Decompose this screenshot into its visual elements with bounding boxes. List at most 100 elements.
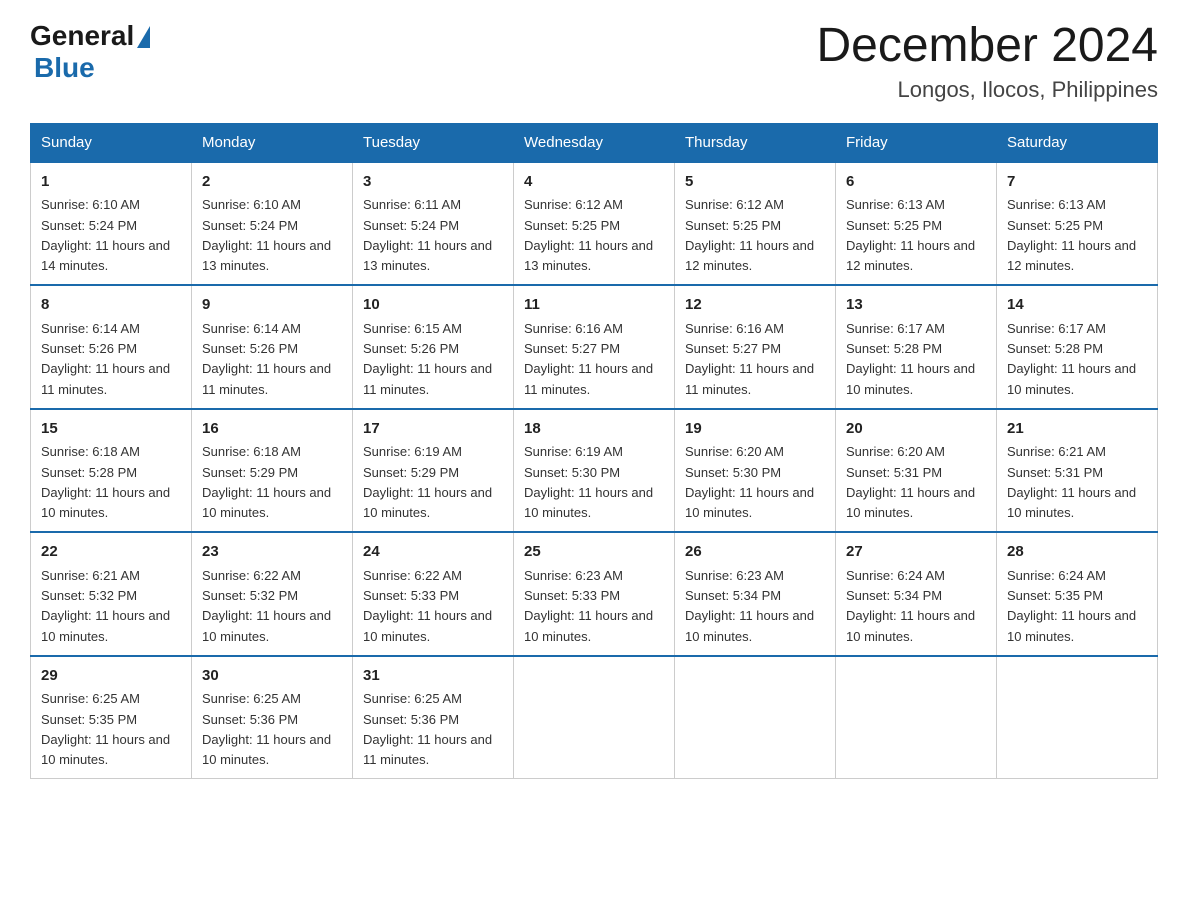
day-info: Sunrise: 6:16 AMSunset: 5:27 PMDaylight:…: [524, 321, 653, 397]
day-info: Sunrise: 6:14 AMSunset: 5:26 PMDaylight:…: [202, 321, 331, 397]
calendar-week-row: 15 Sunrise: 6:18 AMSunset: 5:28 PMDayligh…: [31, 409, 1158, 533]
calendar-cell: 29 Sunrise: 6:25 AMSunset: 5:35 PMDayligh…: [31, 656, 192, 779]
calendar-cell: 1 Sunrise: 6:10 AMSunset: 5:24 PMDaylight…: [31, 162, 192, 286]
calendar-cell: 12 Sunrise: 6:16 AMSunset: 5:27 PMDayligh…: [675, 285, 836, 409]
calendar-cell: 22Sunrise: 6:21 AMSunset: 5:32 PMDayligh…: [31, 532, 192, 656]
day-info: Sunrise: 6:23 AMSunset: 5:33 PMDaylight:…: [524, 568, 653, 644]
day-info: Sunrise: 6:25 AMSunset: 5:36 PMDaylight:…: [363, 691, 492, 767]
day-number: 7: [1007, 171, 1147, 194]
day-info: Sunrise: 6:12 AMSunset: 5:25 PMDaylight:…: [685, 197, 814, 273]
calendar-cell: 18Sunrise: 6:19 AMSunset: 5:30 PMDayligh…: [514, 409, 675, 533]
day-info: Sunrise: 6:22 AMSunset: 5:32 PMDaylight:…: [202, 568, 331, 644]
logo-triangle-icon: [137, 26, 150, 48]
logo-blue-text: Blue: [34, 52, 95, 84]
calendar-week-row: 8Sunrise: 6:14 AMSunset: 5:26 PMDaylight…: [31, 285, 1158, 409]
day-info: Sunrise: 6:14 AMSunset: 5:26 PMDaylight:…: [41, 321, 170, 397]
day-number: 26: [685, 541, 825, 564]
day-number: 2: [202, 171, 342, 194]
calendar-cell: 5 Sunrise: 6:12 AMSunset: 5:25 PMDaylight…: [675, 162, 836, 286]
calendar-cell: 24 Sunrise: 6:22 AMSunset: 5:33 PMDayligh…: [353, 532, 514, 656]
day-info: Sunrise: 6:11 AMSunset: 5:24 PMDaylight:…: [363, 197, 492, 273]
day-number: 6: [846, 171, 986, 194]
day-info: Sunrise: 6:10 AMSunset: 5:24 PMDaylight:…: [41, 197, 170, 273]
calendar-cell: [836, 656, 997, 779]
day-info: Sunrise: 6:24 AMSunset: 5:35 PMDaylight:…: [1007, 568, 1136, 644]
day-number: 19: [685, 418, 825, 441]
day-info: Sunrise: 6:15 AMSunset: 5:26 PMDaylight:…: [363, 321, 492, 397]
day-info: Sunrise: 6:23 AMSunset: 5:34 PMDaylight:…: [685, 568, 814, 644]
day-info: Sunrise: 6:18 AMSunset: 5:28 PMDaylight:…: [41, 444, 170, 520]
day-number: 29: [41, 665, 181, 688]
day-info: Sunrise: 6:13 AMSunset: 5:25 PMDaylight:…: [846, 197, 975, 273]
calendar-cell: 28 Sunrise: 6:24 AMSunset: 5:35 PMDayligh…: [997, 532, 1158, 656]
day-info: Sunrise: 6:17 AMSunset: 5:28 PMDaylight:…: [1007, 321, 1136, 397]
day-info: Sunrise: 6:25 AMSunset: 5:35 PMDaylight:…: [41, 691, 170, 767]
day-number: 27: [846, 541, 986, 564]
header-tuesday: Tuesday: [353, 123, 514, 162]
day-info: Sunrise: 6:21 AMSunset: 5:31 PMDaylight:…: [1007, 444, 1136, 520]
day-number: 28: [1007, 541, 1147, 564]
calendar-cell: 7Sunrise: 6:13 AMSunset: 5:25 PMDaylight…: [997, 162, 1158, 286]
day-number: 1: [41, 171, 181, 194]
header-wednesday: Wednesday: [514, 123, 675, 162]
day-number: 9: [202, 294, 342, 317]
calendar-cell: [514, 656, 675, 779]
header-monday: Monday: [192, 123, 353, 162]
day-number: 25: [524, 541, 664, 564]
title-area: December 2024 Longos, Ilocos, Philippine…: [816, 20, 1158, 103]
logo: General Blue: [30, 20, 150, 84]
calendar-cell: 17 Sunrise: 6:19 AMSunset: 5:29 PMDayligh…: [353, 409, 514, 533]
day-number: 3: [363, 171, 503, 194]
day-number: 21: [1007, 418, 1147, 441]
calendar-cell: 4 Sunrise: 6:12 AMSunset: 5:25 PMDaylight…: [514, 162, 675, 286]
day-info: Sunrise: 6:16 AMSunset: 5:27 PMDaylight:…: [685, 321, 814, 397]
day-number: 5: [685, 171, 825, 194]
day-number: 12: [685, 294, 825, 317]
calendar-cell: 23Sunrise: 6:22 AMSunset: 5:32 PMDayligh…: [192, 532, 353, 656]
header-thursday: Thursday: [675, 123, 836, 162]
calendar-cell: 11 Sunrise: 6:16 AMSunset: 5:27 PMDayligh…: [514, 285, 675, 409]
calendar-cell: 26 Sunrise: 6:23 AMSunset: 5:34 PMDayligh…: [675, 532, 836, 656]
calendar-cell: 16 Sunrise: 6:18 AMSunset: 5:29 PMDayligh…: [192, 409, 353, 533]
calendar-title: December 2024: [816, 20, 1158, 73]
calendar-cell: 13Sunrise: 6:17 AMSunset: 5:28 PMDayligh…: [836, 285, 997, 409]
calendar-table: SundayMondayTuesdayWednesdayThursdayFrid…: [30, 123, 1158, 780]
day-info: Sunrise: 6:10 AMSunset: 5:24 PMDaylight:…: [202, 197, 331, 273]
calendar-cell: 19 Sunrise: 6:20 AMSunset: 5:30 PMDayligh…: [675, 409, 836, 533]
calendar-week-row: 29 Sunrise: 6:25 AMSunset: 5:35 PMDayligh…: [31, 656, 1158, 779]
day-number: 11: [524, 294, 664, 317]
day-number: 22: [41, 541, 181, 564]
day-info: Sunrise: 6:17 AMSunset: 5:28 PMDaylight:…: [846, 321, 975, 397]
calendar-cell: 20Sunrise: 6:20 AMSunset: 5:31 PMDayligh…: [836, 409, 997, 533]
calendar-cell: 2 Sunrise: 6:10 AMSunset: 5:24 PMDaylight…: [192, 162, 353, 286]
day-number: 14: [1007, 294, 1147, 317]
day-info: Sunrise: 6:12 AMSunset: 5:25 PMDaylight:…: [524, 197, 653, 273]
calendar-cell: 10Sunrise: 6:15 AMSunset: 5:26 PMDayligh…: [353, 285, 514, 409]
logo-general-text: General: [30, 20, 134, 52]
calendar-header-row: SundayMondayTuesdayWednesdayThursdayFrid…: [31, 123, 1158, 162]
calendar-cell: 30Sunrise: 6:25 AMSunset: 5:36 PMDayligh…: [192, 656, 353, 779]
calendar-cell: 27 Sunrise: 6:24 AMSunset: 5:34 PMDayligh…: [836, 532, 997, 656]
day-number: 24: [363, 541, 503, 564]
day-number: 17: [363, 418, 503, 441]
calendar-cell: [997, 656, 1158, 779]
calendar-week-row: 1 Sunrise: 6:10 AMSunset: 5:24 PMDaylight…: [31, 162, 1158, 286]
calendar-cell: 8Sunrise: 6:14 AMSunset: 5:26 PMDaylight…: [31, 285, 192, 409]
day-info: Sunrise: 6:20 AMSunset: 5:30 PMDaylight:…: [685, 444, 814, 520]
day-info: Sunrise: 6:24 AMSunset: 5:34 PMDaylight:…: [846, 568, 975, 644]
calendar-cell: 21 Sunrise: 6:21 AMSunset: 5:31 PMDayligh…: [997, 409, 1158, 533]
calendar-cell: 6 Sunrise: 6:13 AMSunset: 5:25 PMDaylight…: [836, 162, 997, 286]
day-number: 16: [202, 418, 342, 441]
day-info: Sunrise: 6:19 AMSunset: 5:29 PMDaylight:…: [363, 444, 492, 520]
calendar-cell: 14 Sunrise: 6:17 AMSunset: 5:28 PMDayligh…: [997, 285, 1158, 409]
calendar-subtitle: Longos, Ilocos, Philippines: [816, 77, 1158, 103]
day-info: Sunrise: 6:18 AMSunset: 5:29 PMDaylight:…: [202, 444, 331, 520]
day-number: 4: [524, 171, 664, 194]
calendar-cell: 31Sunrise: 6:25 AMSunset: 5:36 PMDayligh…: [353, 656, 514, 779]
calendar-week-row: 22Sunrise: 6:21 AMSunset: 5:32 PMDayligh…: [31, 532, 1158, 656]
day-info: Sunrise: 6:22 AMSunset: 5:33 PMDaylight:…: [363, 568, 492, 644]
day-number: 15: [41, 418, 181, 441]
day-number: 30: [202, 665, 342, 688]
calendar-cell: 9 Sunrise: 6:14 AMSunset: 5:26 PMDaylight…: [192, 285, 353, 409]
header-sunday: Sunday: [31, 123, 192, 162]
